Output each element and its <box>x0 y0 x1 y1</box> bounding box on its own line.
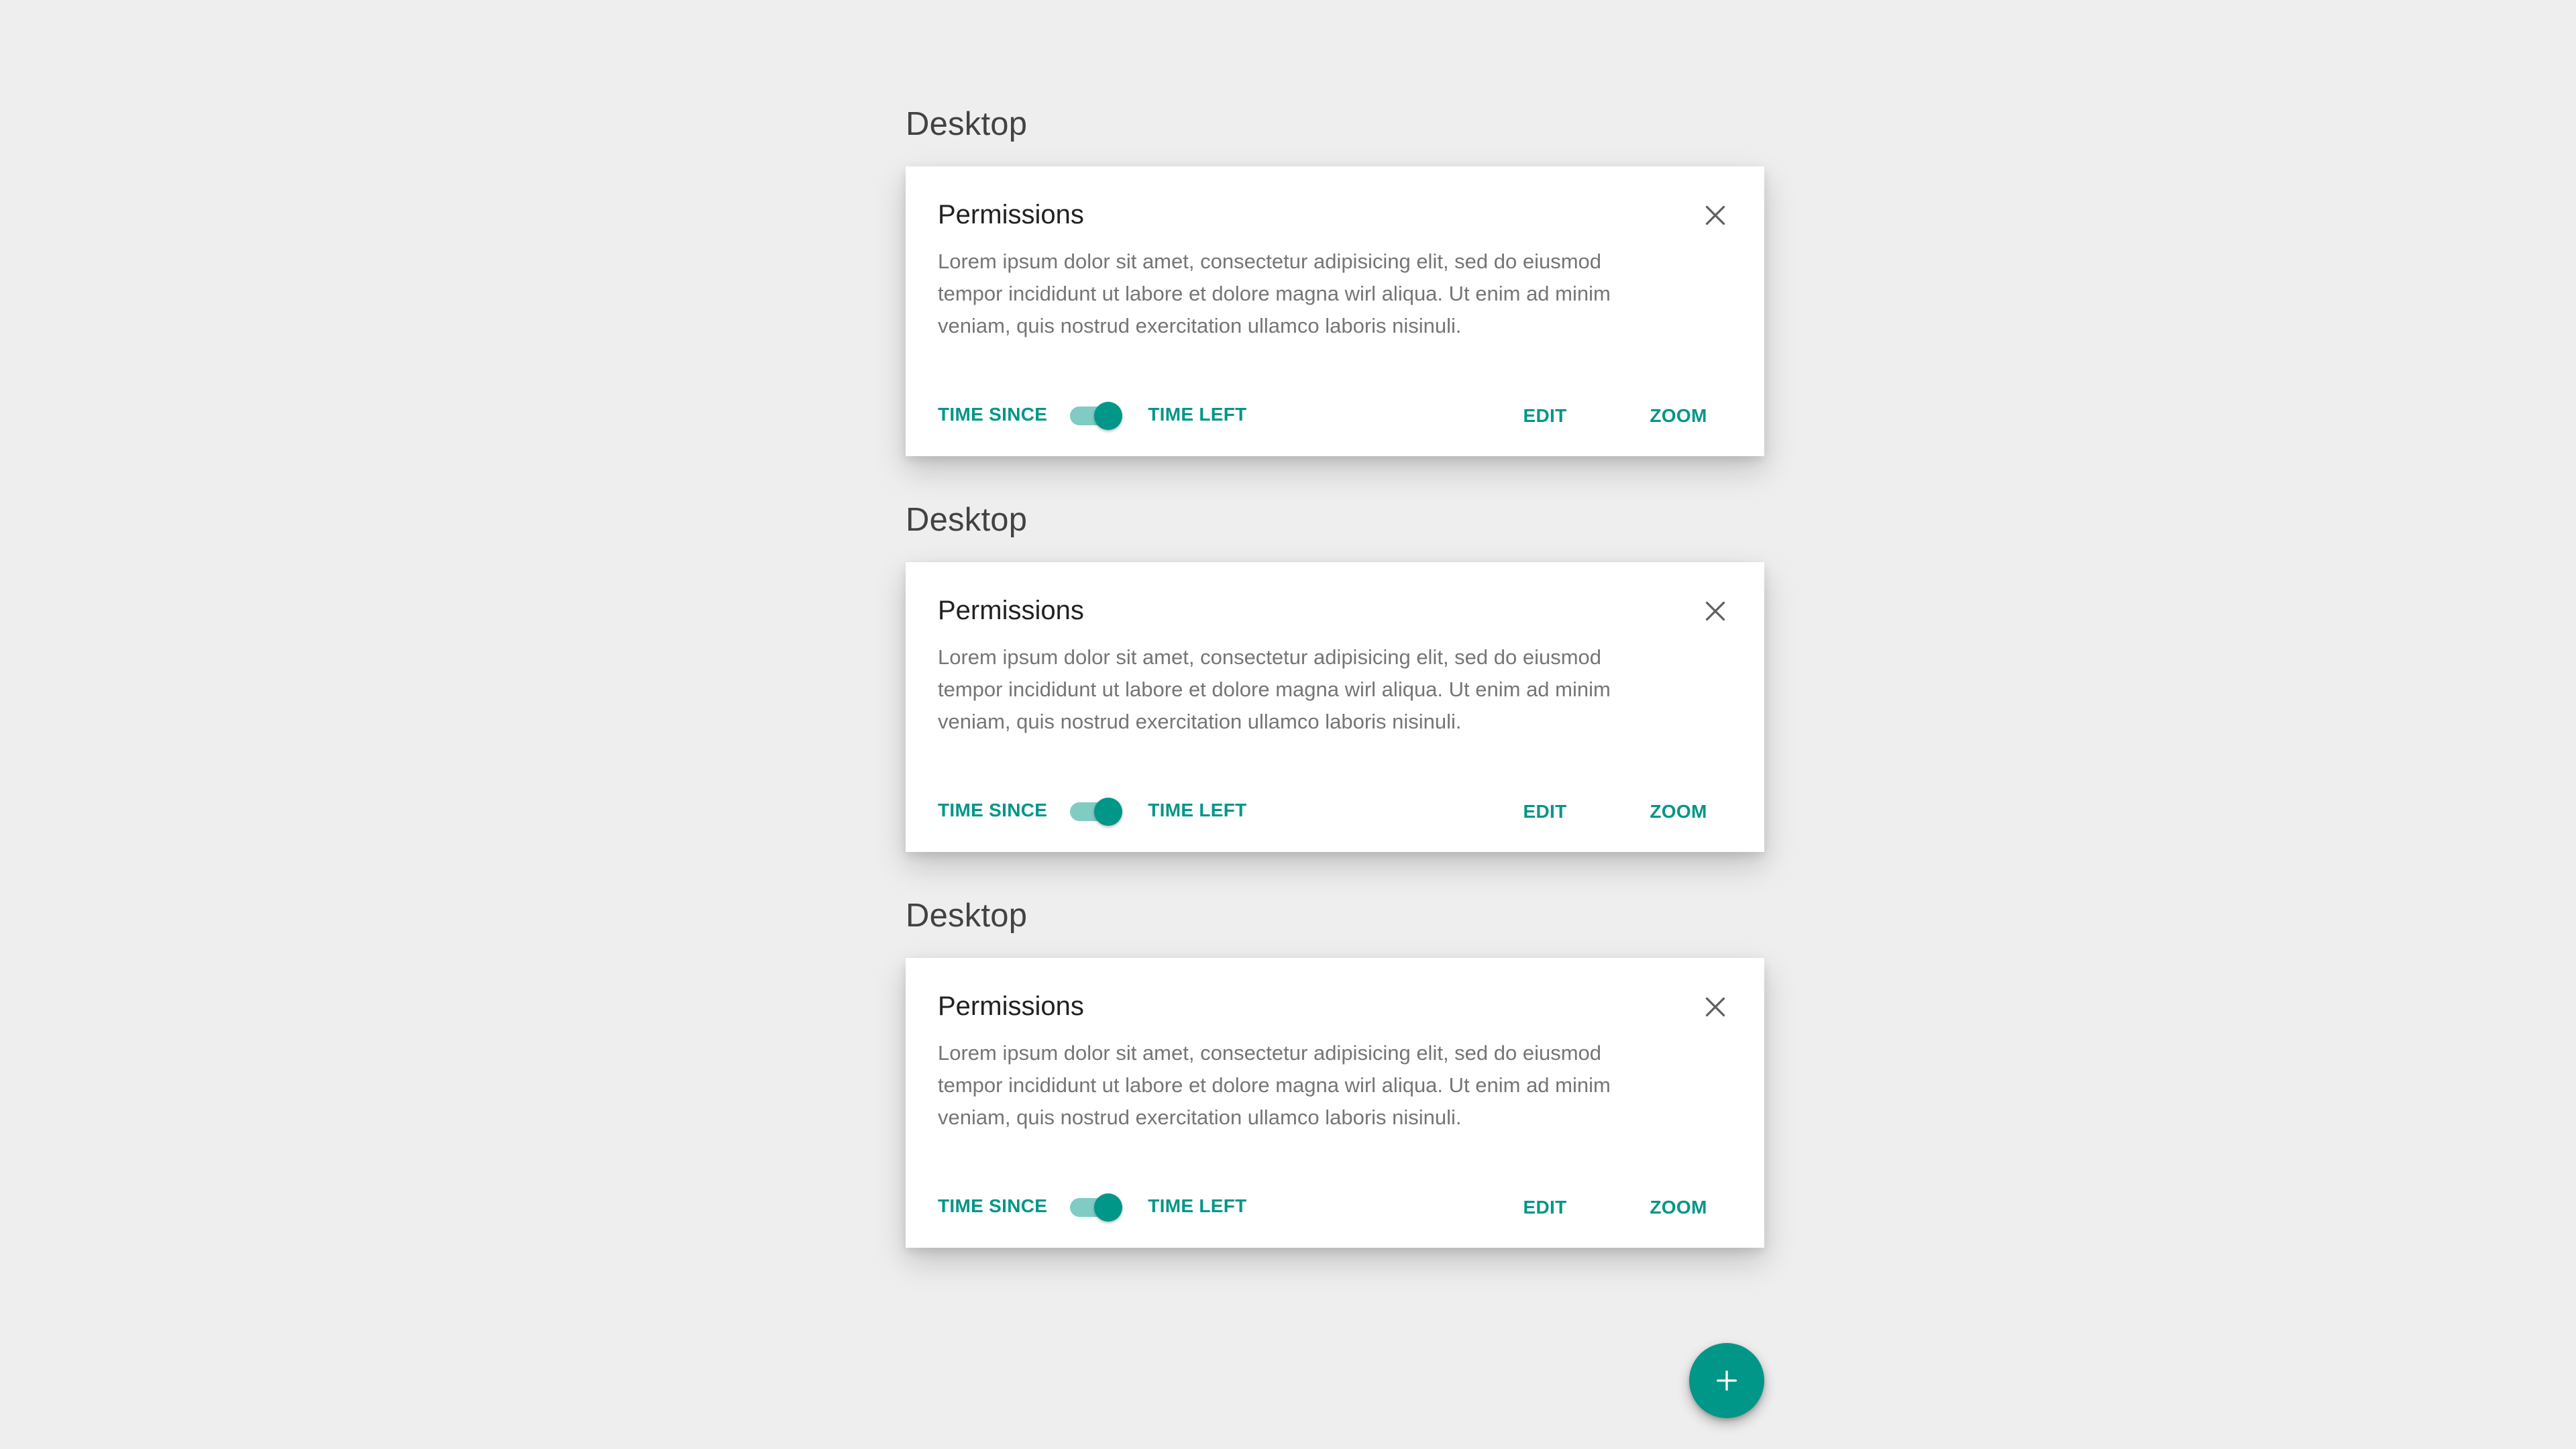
permissions-card: Permissions Lorem ipsum dolor sit amet, … <box>906 562 1764 852</box>
edit-button[interactable]: EDIT <box>1508 784 1582 837</box>
close-icon <box>1705 601 1725 621</box>
time-since-label: TIME SINCE <box>938 404 1048 425</box>
close-icon <box>1705 205 1725 225</box>
close-button[interactable] <box>1699 199 1732 232</box>
edit-button[interactable]: EDIT <box>1508 1179 1582 1233</box>
card-title: Permissions <box>938 200 1084 229</box>
time-toggle-switch[interactable] <box>1070 794 1124 827</box>
card-body-text: Lorem ipsum dolor sit amet, consectetur … <box>938 1041 1611 1129</box>
switch-thumb <box>1094 402 1123 430</box>
add-fab-button[interactable] <box>1689 1343 1764 1418</box>
zoom-button[interactable]: ZOOM <box>1638 784 1719 837</box>
section-heading: Desktop <box>906 502 1028 538</box>
section-heading: Desktop <box>906 898 1028 934</box>
time-since-label: TIME SINCE <box>938 800 1048 820</box>
card-actions: TIME SINCE TIME LEFT EDIT ZOOM <box>938 388 1732 441</box>
card-title: Permissions <box>938 991 1084 1021</box>
close-button[interactable] <box>1699 594 1732 628</box>
time-since-label: TIME SINCE <box>938 1195 1048 1216</box>
time-toggle-group: TIME SINCE TIME LEFT <box>938 784 1247 837</box>
close-icon <box>1705 997 1725 1017</box>
time-toggle-group: TIME SINCE TIME LEFT <box>938 388 1247 441</box>
card-title: Permissions <box>938 596 1084 625</box>
close-button[interactable] <box>1699 990 1732 1024</box>
zoom-button[interactable]: ZOOM <box>1638 388 1719 441</box>
section-desktop-1: Desktop Permissions Lorem ipsum dolor si… <box>906 101 1764 456</box>
switch-thumb <box>1094 798 1123 826</box>
plus-icon <box>1717 1371 1737 1391</box>
zoom-button[interactable]: ZOOM <box>1638 1179 1719 1233</box>
edit-button[interactable]: EDIT <box>1508 388 1582 441</box>
time-left-label: TIME LEFT <box>1148 800 1247 820</box>
switch-thumb <box>1094 1193 1123 1222</box>
card-body-text: Lorem ipsum dolor sit amet, consectetur … <box>938 645 1611 733</box>
permissions-card: Permissions Lorem ipsum dolor sit amet, … <box>906 958 1764 1248</box>
permissions-card: Permissions Lorem ipsum dolor sit amet, … <box>906 166 1764 456</box>
card-actions: TIME SINCE TIME LEFT EDIT ZOOM <box>938 1179 1732 1233</box>
section-heading: Desktop <box>906 106 1028 142</box>
time-toggle-group: TIME SINCE TIME LEFT <box>938 1179 1247 1233</box>
time-toggle-switch[interactable] <box>1070 1189 1124 1223</box>
time-toggle-switch[interactable] <box>1070 398 1124 431</box>
card-list: Desktop Permissions Lorem ipsum dolor si… <box>906 101 1764 1288</box>
time-left-label: TIME LEFT <box>1148 404 1247 425</box>
section-desktop-2: Desktop Permissions Lorem ipsum dolor si… <box>906 496 1764 852</box>
card-actions: TIME SINCE TIME LEFT EDIT ZOOM <box>938 784 1732 837</box>
time-left-label: TIME LEFT <box>1148 1195 1247 1216</box>
card-body-text: Lorem ipsum dolor sit amet, consectetur … <box>938 250 1611 337</box>
section-desktop-3: Desktop Permissions Lorem ipsum dolor si… <box>906 892 1764 1248</box>
